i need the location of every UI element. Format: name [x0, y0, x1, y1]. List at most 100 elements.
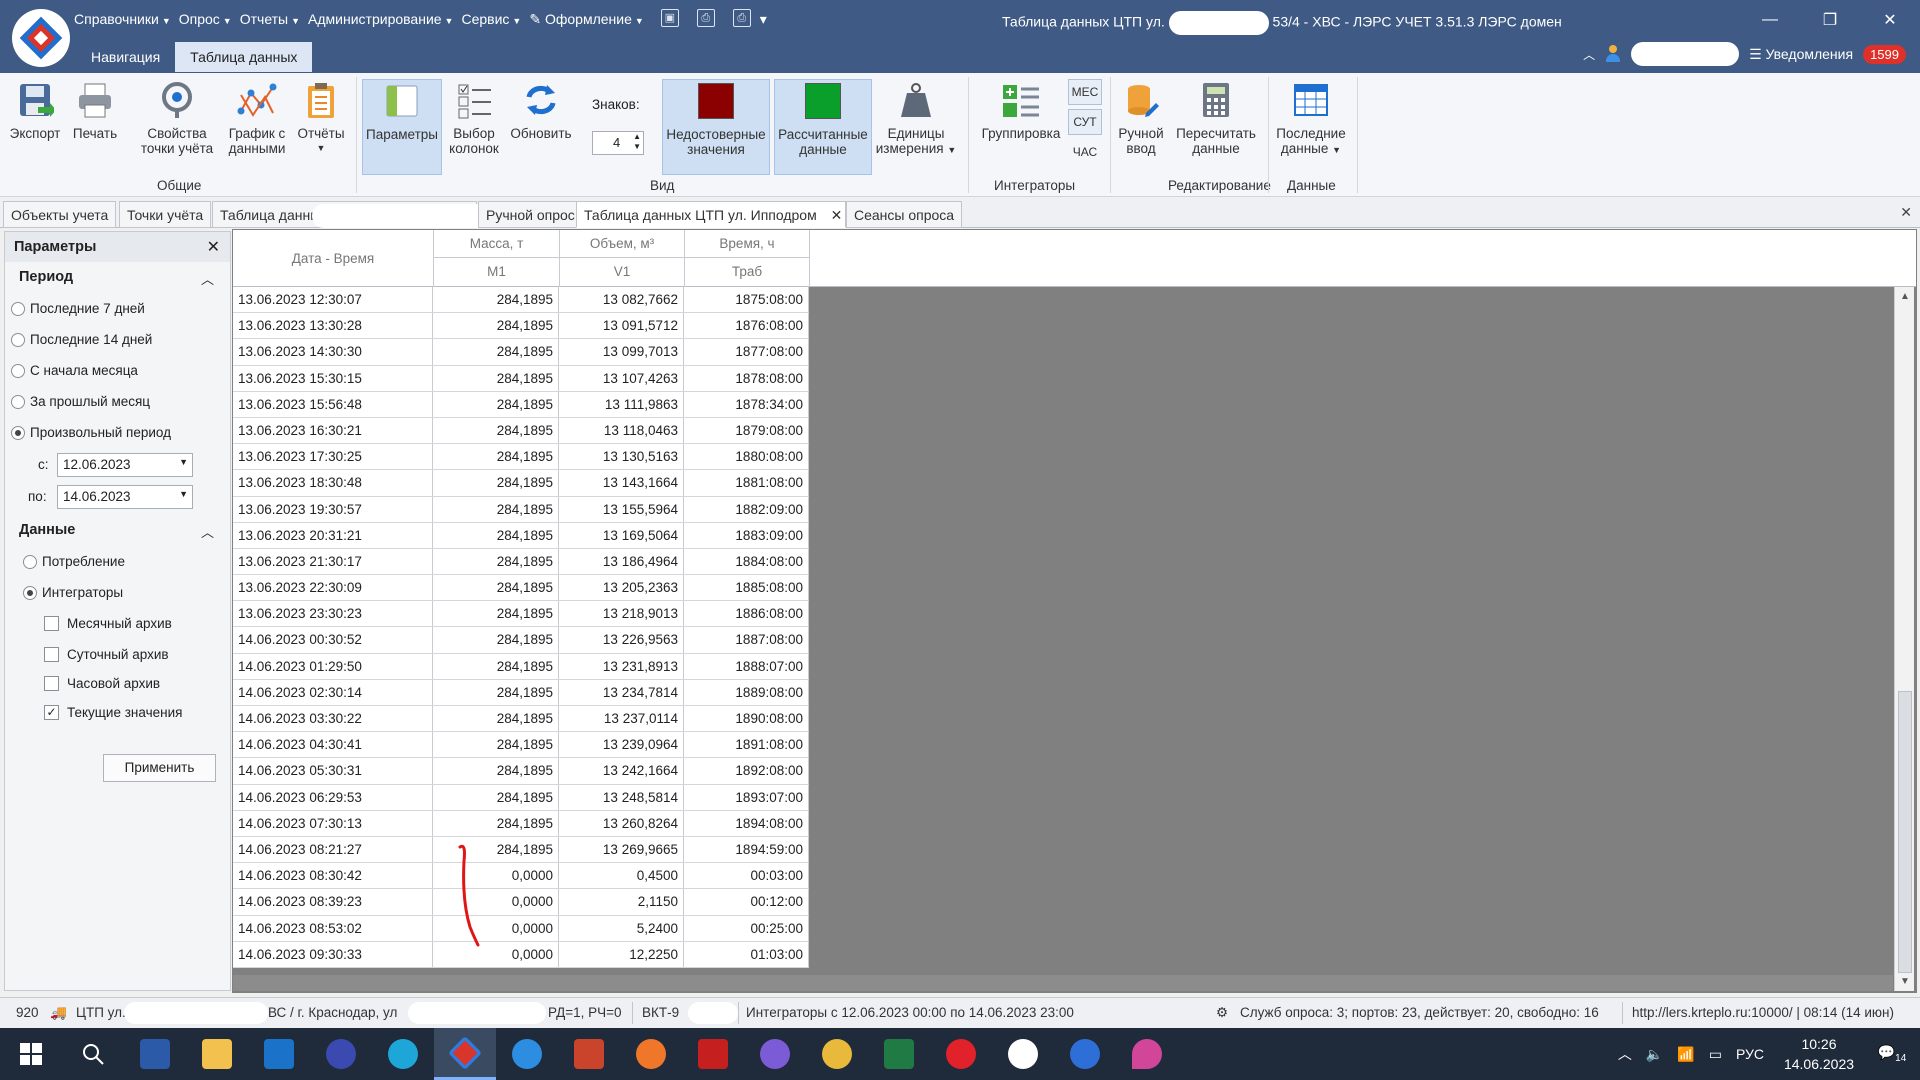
monthly-archive-checkbox[interactable]: Месячный архив	[44, 616, 172, 631]
tab-accounting-objects[interactable]: Объекты учета	[3, 201, 117, 228]
recalculate-data-button[interactable]: Пересчитать данные	[1172, 79, 1260, 156]
table-row[interactable]: 13.06.2023 13:30:28 284,1895 13 091,5712 18…	[233, 313, 809, 340]
tab-close-icon[interactable]: ✕	[831, 207, 843, 223]
last-data-button[interactable]: Последние данные ▼	[1272, 79, 1350, 158]
collapse-period-icon[interactable]: ︿	[201, 269, 214, 288]
clock[interactable]: 10:26 14.06.2023	[1774, 1034, 1864, 1074]
parameters-button[interactable]: Параметры	[362, 79, 442, 175]
current-values-checkbox[interactable]: ✓ Текущие значения	[44, 705, 182, 720]
calculated-data-toggle[interactable]: Рассчитанные данные	[774, 79, 872, 175]
reports-button[interactable]: Отчёты ▼	[294, 79, 348, 156]
opera-icon[interactable]	[930, 1028, 992, 1080]
data-consumption[interactable]: Потребление	[23, 554, 125, 569]
powerpoint-icon[interactable]	[558, 1028, 620, 1080]
quick-print-preview-icon[interactable]: ⎙	[696, 9, 715, 27]
units-button[interactable]: Единицы измерения ▼	[874, 79, 958, 158]
chart-with-data-button[interactable]: График с данными	[224, 79, 290, 156]
tab-poll-sessions[interactable]: Сеансы опроса	[846, 201, 963, 228]
yandex-browser-icon[interactable]	[992, 1028, 1054, 1080]
tab-accounting-points[interactable]: Точки учёта	[119, 201, 212, 228]
period-month-start[interactable]: С начала месяца	[11, 363, 138, 378]
accounting-point-properties-button[interactable]: Свойства точки учёта	[136, 79, 218, 156]
period-last-7-days[interactable]: Последние 7 дней	[11, 301, 145, 316]
tab-data-table-active[interactable]: Таблица данных ЦТП ул. Ипподром ✕	[576, 201, 846, 228]
table-row[interactable]: 13.06.2023 23:30:23 284,1895 13 218,9013 18…	[233, 601, 809, 628]
table-row[interactable]: 14.06.2023 08:21:27 284,1895 13 269,9665 18…	[233, 836, 809, 864]
lers-app-icon[interactable]	[434, 1028, 496, 1080]
period-custom[interactable]: Произвольный период	[11, 425, 171, 440]
invalid-values-toggle[interactable]: Недостоверные значения	[662, 79, 770, 175]
notifications-button[interactable]: ☰ Уведомления	[1749, 46, 1853, 63]
drop-app-icon[interactable]	[1116, 1028, 1178, 1080]
menu-otchety[interactable]: Отчеты ▼	[240, 9, 308, 28]
daily-integrators-toggle[interactable]: СУТ	[1068, 109, 1102, 135]
daily-archive-checkbox[interactable]: Суточный архив	[44, 647, 169, 662]
table-row[interactable]: 13.06.2023 22:30:09 284,1895 13 205,2363 18…	[233, 575, 809, 602]
menu-servis[interactable]: Сервис ▼	[461, 9, 529, 28]
table-row[interactable]: 13.06.2023 17:30:25 284,1895 13 130,5163 18…	[233, 444, 809, 471]
hourly-integrators-toggle[interactable]: ЧАС	[1068, 139, 1102, 165]
windows-start-icon[interactable]	[0, 1028, 62, 1080]
date-to-input[interactable]: 14.06.2023 ▼	[57, 485, 193, 509]
excel-icon[interactable]	[868, 1028, 930, 1080]
browser-globe-icon[interactable]	[310, 1028, 372, 1080]
column-selection-button[interactable]: Выбор колонок	[446, 79, 502, 156]
hourly-archive-checkbox[interactable]: Часовой архив	[44, 676, 160, 691]
monthly-integrators-toggle[interactable]: МЕС	[1068, 79, 1102, 105]
table-row[interactable]: 13.06.2023 14:30:30 284,1895 13 099,7013 18…	[233, 339, 809, 366]
table-row[interactable]: 14.06.2023 01:29:50 284,1895 13 231,8913 18…	[233, 653, 809, 680]
word-icon[interactable]	[124, 1028, 186, 1080]
print-button[interactable]: Печать	[68, 79, 122, 141]
close-all-tabs-icon[interactable]: ✕	[1900, 204, 1912, 221]
ribbon-tab-navigation[interactable]: Навигация	[76, 42, 175, 72]
table-row[interactable]: 13.06.2023 20:31:21 284,1895 13 169,5064 18…	[233, 522, 809, 549]
manual-input-button[interactable]: Ручной ввод	[1114, 79, 1168, 156]
vertical-scrollbar[interactable]: ▲ ▼	[1894, 287, 1914, 991]
export-button[interactable]: Экспорт	[6, 79, 64, 141]
menu-administrirovanie[interactable]: Администрирование ▼	[308, 9, 461, 28]
language-indicator[interactable]: РУС	[1736, 1046, 1764, 1062]
table-row[interactable]: 14.06.2023 08:30:42 0,0000 0,4500 00:03:00	[233, 863, 809, 890]
collapse-data-icon[interactable]: ︿	[201, 522, 214, 541]
volume-icon[interactable]: 🔈	[1646, 1046, 1663, 1063]
date-from-input[interactable]: 12.06.2023 ▼	[57, 453, 193, 477]
help-icon[interactable]	[1054, 1028, 1116, 1080]
refresh-button[interactable]: Обновить	[506, 79, 576, 141]
table-row[interactable]: 14.06.2023 05:30:31 284,1895 13 242,1664 18…	[233, 758, 809, 785]
quick-print-icon[interactable]: ⎙	[732, 9, 751, 27]
outlook-icon[interactable]	[248, 1028, 310, 1080]
table-row[interactable]: 14.06.2023 07:30:13 284,1895 13 260,8264 18…	[233, 810, 809, 837]
search-icon[interactable]	[62, 1028, 124, 1080]
edge-icon[interactable]	[372, 1028, 434, 1080]
table-row[interactable]: 14.06.2023 02:30:14 284,1895 13 234,7814 18…	[233, 679, 809, 706]
period-last-14-days[interactable]: Последние 14 дней	[11, 332, 152, 347]
header-datetime[interactable]: Дата - Время	[233, 230, 434, 287]
table-row[interactable]: 13.06.2023 19:30:57 284,1895 13 155,5964 18…	[233, 496, 809, 523]
menu-opros[interactable]: Опрос ▼	[179, 9, 240, 28]
table-row[interactable]: 14.06.2023 08:39:23 0,0000 2,1150 00:12:00	[233, 889, 809, 916]
table-row[interactable]: 13.06.2023 21:30:17 284,1895 13 186,4964 18…	[233, 548, 809, 576]
table-row[interactable]: 13.06.2023 16:30:21 284,1895 13 118,0463 18…	[233, 417, 809, 445]
apply-button[interactable]: Применить	[103, 754, 216, 782]
action-center-icon[interactable]: 💬14	[1864, 1044, 1920, 1064]
menu-spravochniki[interactable]: Справочники ▼	[74, 9, 179, 28]
tray-chevron-icon[interactable]: ︿	[1618, 1044, 1632, 1064]
table-row[interactable]: 14.06.2023 03:30:22 284,1895 13 237,0114 18…	[233, 706, 809, 733]
collapse-ribbon-icon[interactable]: ︿	[1583, 46, 1595, 63]
network-icon[interactable]: 📶	[1677, 1046, 1694, 1063]
close-panel-icon[interactable]: ✕	[207, 237, 220, 257]
table-row[interactable]: 14.06.2023 04:30:41 284,1895 13 239,0964 18…	[233, 732, 809, 759]
period-last-month[interactable]: За прошлый месяц	[11, 394, 150, 409]
acrobat-icon[interactable]	[682, 1028, 744, 1080]
table-row[interactable]: 14.06.2023 08:53:02 0,0000 5,2400 00:25:00	[233, 915, 809, 942]
quick-access-icon[interactable]: ▣	[660, 9, 679, 27]
grouping-button[interactable]: Группировка	[978, 79, 1064, 141]
explorer-icon[interactable]	[186, 1028, 248, 1080]
table-row[interactable]: 13.06.2023 15:30:15 284,1895 13 107,4263 18…	[233, 365, 809, 392]
table-row[interactable]: 13.06.2023 18:30:48 284,1895 13 143,1664 18…	[233, 470, 809, 497]
menu-oformlenie[interactable]: ✎ Оформление ▼	[529, 9, 651, 28]
ribbon-tab-data-table[interactable]: Таблица данных	[175, 42, 313, 72]
app-logo[interactable]	[12, 9, 70, 67]
battery-icon[interactable]: ▭	[1709, 1046, 1722, 1063]
tab-manual-poll[interactable]: Ручной опрос	[478, 201, 583, 228]
